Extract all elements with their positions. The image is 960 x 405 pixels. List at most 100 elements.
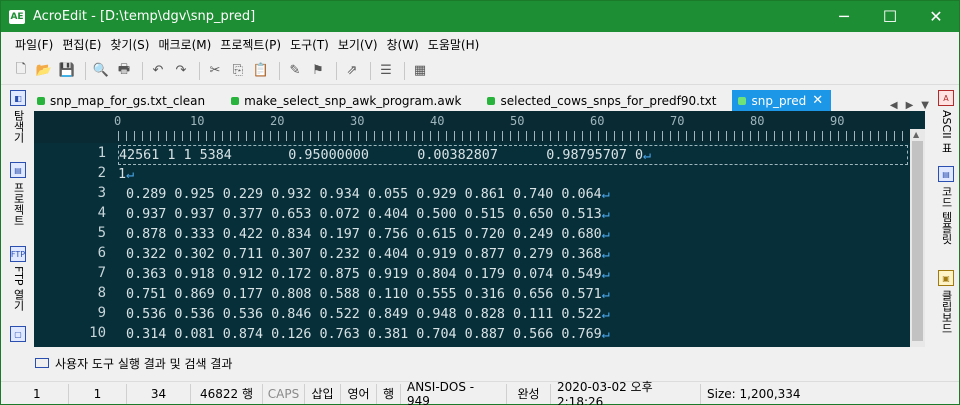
code-line[interactable]: 0.878 0.333 0.422 0.834 0.197 0.756 0.61…	[118, 225, 610, 245]
menu-view[interactable]: 보기(V)	[338, 36, 378, 53]
line-number: 5	[97, 225, 106, 241]
toolbar-divider	[142, 61, 143, 80]
sidebar-tab-project[interactable]: ▤ 프로젝트	[7, 162, 29, 226]
right-sidebar: A ASCII 표 ▤ 코드 템플릿 ▣ 클립보드	[929, 86, 959, 348]
line-number: 6	[97, 245, 106, 261]
sidebar-tab-ftp[interactable]: FTP FTP 열기	[7, 246, 29, 311]
new-file-icon[interactable]: 🗋	[11, 61, 31, 81]
code-line[interactable]: 1↵	[118, 165, 134, 185]
menu-bar: 파일(F) 편집(E) 찾기(S) 매크로(M) 프로젝트(P) 도구(T) 보…	[1, 32, 959, 56]
line-number: 8	[97, 285, 106, 301]
tab-scroll-left-icon[interactable]: ◀	[890, 100, 898, 111]
maximize-button[interactable]: ☐	[867, 1, 913, 32]
status-char-code: 34	[127, 383, 191, 404]
code-line[interactable]: 0.289 0.925 0.229 0.932 0.934 0.055 0.92…	[118, 185, 610, 205]
toolbar: 🗋 📂 💾 🔍 🖶 ↶ ↷ ✂ ⎘ 📋 ✎ ⚑ ⇗ ☰ ▦	[1, 57, 959, 85]
text-editor[interactable]: 0 10 20 30 40 50 60 70 80 90 1 2 3 4 5 6…	[34, 111, 925, 347]
undo-icon[interactable]: ↶	[148, 61, 168, 81]
output-panel-tab[interactable]: 사용자 도구 실행 결과 및 검색 결과	[31, 351, 232, 375]
code-line[interactable]: 0.322 0.302 0.711 0.307 0.232 0.404 0.91…	[118, 245, 610, 265]
sidebar-tab-code-template[interactable]: ▤ 코드 템플릿	[935, 166, 957, 245]
menu-find[interactable]: 찾기(S)	[110, 36, 149, 53]
sidebar-tab-more[interactable]: ▢	[7, 326, 29, 342]
marker-icon[interactable]: ✎	[285, 61, 305, 81]
tab-scroll-right-icon[interactable]: ▶	[906, 100, 914, 111]
print-preview-icon[interactable]: 🔍	[91, 61, 111, 81]
sidebar-tab-clipboard[interactable]: ▣ 클립보드	[935, 270, 957, 334]
line-text: 0.878 0.333 0.422 0.834 0.197 0.756 0.61…	[118, 227, 602, 242]
status-file-size: Size: 1,200,334	[707, 386, 801, 401]
list-icon[interactable]: ☰	[376, 61, 396, 81]
sidebar-label: 탐색기	[12, 110, 25, 143]
sidebar-label: ASCII 표	[940, 110, 953, 154]
ruler-label: 60	[590, 114, 605, 128]
ascii-table-icon: A	[938, 90, 954, 106]
tab-make-select-awk[interactable]: make_select_snp_awk_program.awk	[225, 90, 469, 111]
close-button[interactable]: ✕	[913, 1, 959, 32]
code-line[interactable]: 0.536 0.536 0.536 0.846 0.522 0.849 0.94…	[118, 305, 610, 325]
status-bar: 1 1 34 46822 행 CAPS 삽입 영어 행 ANSI-DOS - 9…	[1, 380, 959, 405]
line-number: 2	[97, 165, 106, 181]
project-icon: ▤	[10, 162, 26, 178]
tab-snp-pred[interactable]: snp_pred ✕	[732, 90, 832, 111]
title-bar: AE AcroEdit - [D:\temp\dgv\snp_pred] ─ ☐…	[1, 1, 959, 32]
menu-file[interactable]: 파일(F)	[15, 36, 53, 53]
cut-icon[interactable]: ✂	[205, 61, 225, 81]
code-line[interactable]: 42561 1 1 5384 0.95000000 0.00382807 0.9…	[118, 145, 908, 165]
print-icon[interactable]: 🖶	[114, 61, 134, 81]
line-end-icon: ↵	[601, 267, 610, 282]
line-end-icon: ↵	[643, 148, 652, 163]
line-end-icon: ↵	[601, 207, 610, 222]
paste-icon[interactable]: 📋	[251, 61, 271, 81]
code-area[interactable]: 42561 1 1 5384 0.95000000 0.00382807 0.9…	[118, 143, 910, 347]
code-line[interactable]: 0.751 0.869 0.177 0.808 0.588 0.110 0.55…	[118, 285, 610, 305]
close-tab-icon[interactable]: ✕	[812, 93, 823, 108]
file-icon	[738, 96, 747, 105]
tab-snp-map[interactable]: snp_map_for_gs.txt_clean	[31, 90, 213, 111]
save-icon[interactable]: 💾	[57, 61, 77, 81]
status-selection-mode[interactable]: 행	[377, 383, 401, 404]
status-autocomplete[interactable]: 완성	[507, 383, 551, 404]
sidebar-tab-explorer[interactable]: ◧ 탐색기	[7, 90, 29, 143]
code-line[interactable]: 0.363 0.918 0.912 0.172 0.875 0.919 0.80…	[118, 265, 610, 285]
bookmark-icon[interactable]: ⚑	[308, 61, 328, 81]
menu-macro[interactable]: 매크로(M)	[158, 36, 211, 53]
line-text: 0.322 0.302 0.711 0.307 0.232 0.404 0.91…	[118, 247, 602, 262]
status-encoding[interactable]: ANSI-DOS - 949	[401, 380, 507, 405]
menu-edit[interactable]: 편집(E)	[62, 36, 101, 53]
toolbar-divider	[404, 61, 405, 80]
scrollbar-thumb[interactable]	[912, 141, 923, 341]
sidebar-label: FTP 열기	[12, 266, 25, 311]
tab-label: snp_pred	[751, 93, 807, 108]
export-icon[interactable]: ⇗	[342, 61, 362, 81]
calendar-icon[interactable]: ▦	[410, 61, 430, 81]
toolbar-divider	[279, 61, 280, 80]
menu-tools[interactable]: 도구(T)	[290, 36, 329, 53]
tab-list-icon[interactable]: ▼	[921, 100, 929, 111]
ruler-label: 80	[750, 114, 765, 128]
open-folder-icon[interactable]: 📂	[34, 61, 54, 81]
document-tab-bar: snp_map_for_gs.txt_clean make_select_snp…	[31, 89, 929, 111]
menu-window[interactable]: 창(W)	[387, 36, 419, 53]
copy-icon[interactable]: ⎘	[228, 61, 248, 81]
line-end-icon: ↵	[601, 307, 610, 322]
code-line[interactable]: 0.937 0.937 0.377 0.653 0.072 0.404 0.50…	[118, 205, 610, 225]
menu-help[interactable]: 도움말(H)	[428, 36, 480, 53]
sidebar-tab-ascii[interactable]: A ASCII 표	[935, 90, 957, 153]
tab-selected-cows[interactable]: selected_cows_snps_for_predf90.txt	[481, 90, 724, 111]
line-end-icon: ↵	[601, 187, 610, 202]
ruler-label: 0	[114, 114, 122, 128]
file-icon	[231, 96, 240, 105]
line-number: 1	[97, 145, 106, 161]
menu-project[interactable]: 프로젝트(P)	[220, 36, 281, 53]
minimize-button[interactable]: ─	[821, 1, 867, 32]
ruler-label: 70	[670, 114, 685, 128]
ruler-label: 90	[830, 114, 845, 128]
scroll-up-icon[interactable]: ▲	[913, 130, 919, 139]
ruler-label: 30	[350, 114, 365, 128]
vertical-scrollbar[interactable]: ▲	[910, 129, 925, 347]
status-insert-mode[interactable]: 삽입	[305, 383, 341, 404]
sidebar-label: 코드 템플릿	[940, 186, 953, 245]
code-line[interactable]: 0.314 0.081 0.874 0.126 0.763 0.381 0.70…	[118, 325, 610, 345]
redo-icon[interactable]: ↷	[171, 61, 191, 81]
